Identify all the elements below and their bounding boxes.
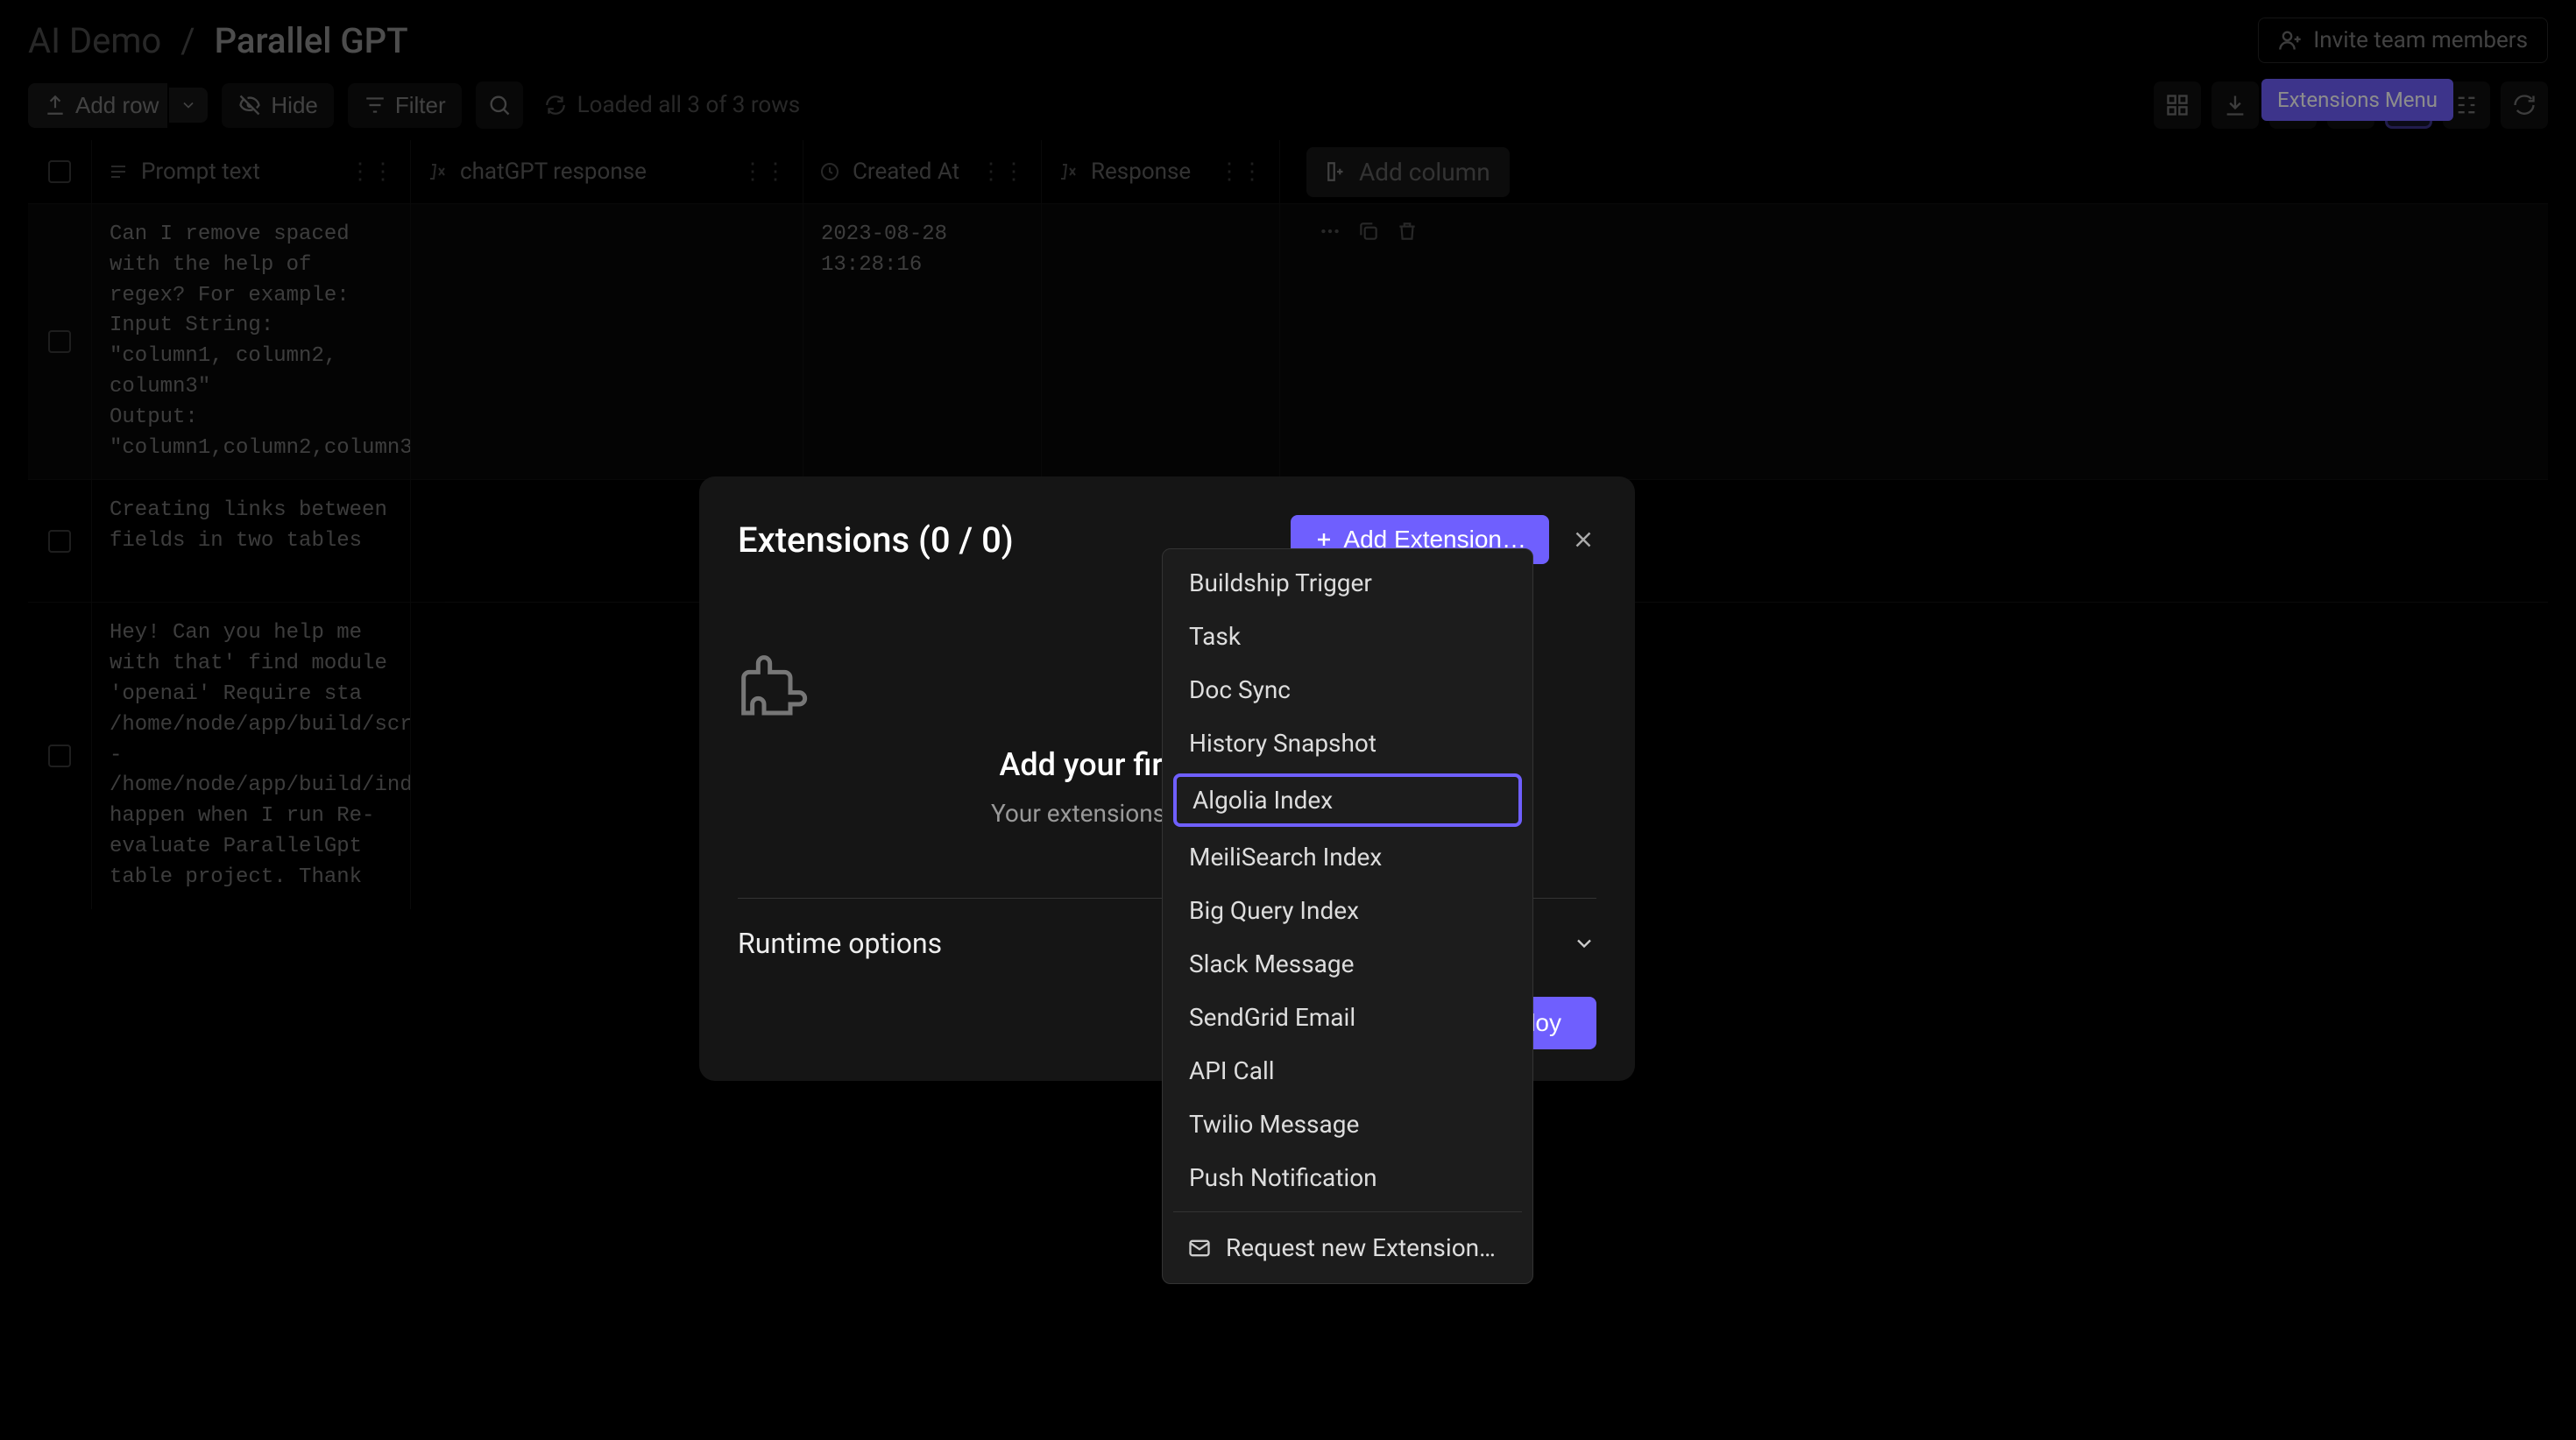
dropdown-item-sendgrid-email[interactable]: SendGrid Email: [1163, 991, 1532, 1044]
close-icon: [1570, 526, 1596, 553]
dropdown-item-doc-sync[interactable]: Doc Sync: [1163, 663, 1532, 716]
plus-icon: [1313, 529, 1334, 550]
dropdown-item-algolia-index[interactable]: Algolia Index: [1173, 773, 1522, 827]
runtime-label: Runtime options: [738, 927, 942, 960]
request-extension-item[interactable]: Request new Extension…: [1163, 1219, 1532, 1276]
dropdown-item-twilio-message[interactable]: Twilio Message: [1163, 1098, 1532, 1151]
modal-title: Extensions (0 / 0): [738, 519, 1014, 561]
dropdown-item-buildship-trigger[interactable]: Buildship Trigger: [1163, 556, 1532, 610]
request-label: Request new Extension…: [1226, 1233, 1496, 1262]
extension-type-dropdown: Buildship TriggerTaskDoc SyncHistory Sna…: [1162, 548, 1533, 1284]
close-modal-button[interactable]: [1570, 526, 1596, 553]
mail-icon: [1187, 1236, 1212, 1260]
dropdown-item-big-query-index[interactable]: Big Query Index: [1163, 884, 1532, 937]
dropdown-separator: [1173, 1211, 1522, 1212]
dropdown-item-meilisearch-index[interactable]: MeiliSearch Index: [1163, 830, 1532, 884]
dropdown-item-api-call[interactable]: API Call: [1163, 1044, 1532, 1098]
dropdown-item-history-snapshot[interactable]: History Snapshot: [1163, 716, 1532, 770]
dropdown-item-slack-message[interactable]: Slack Message: [1163, 937, 1532, 991]
chevron-down-icon: [1572, 931, 1596, 956]
dropdown-item-task[interactable]: Task: [1163, 610, 1532, 663]
dropdown-item-push-notification[interactable]: Push Notification: [1163, 1151, 1532, 1204]
